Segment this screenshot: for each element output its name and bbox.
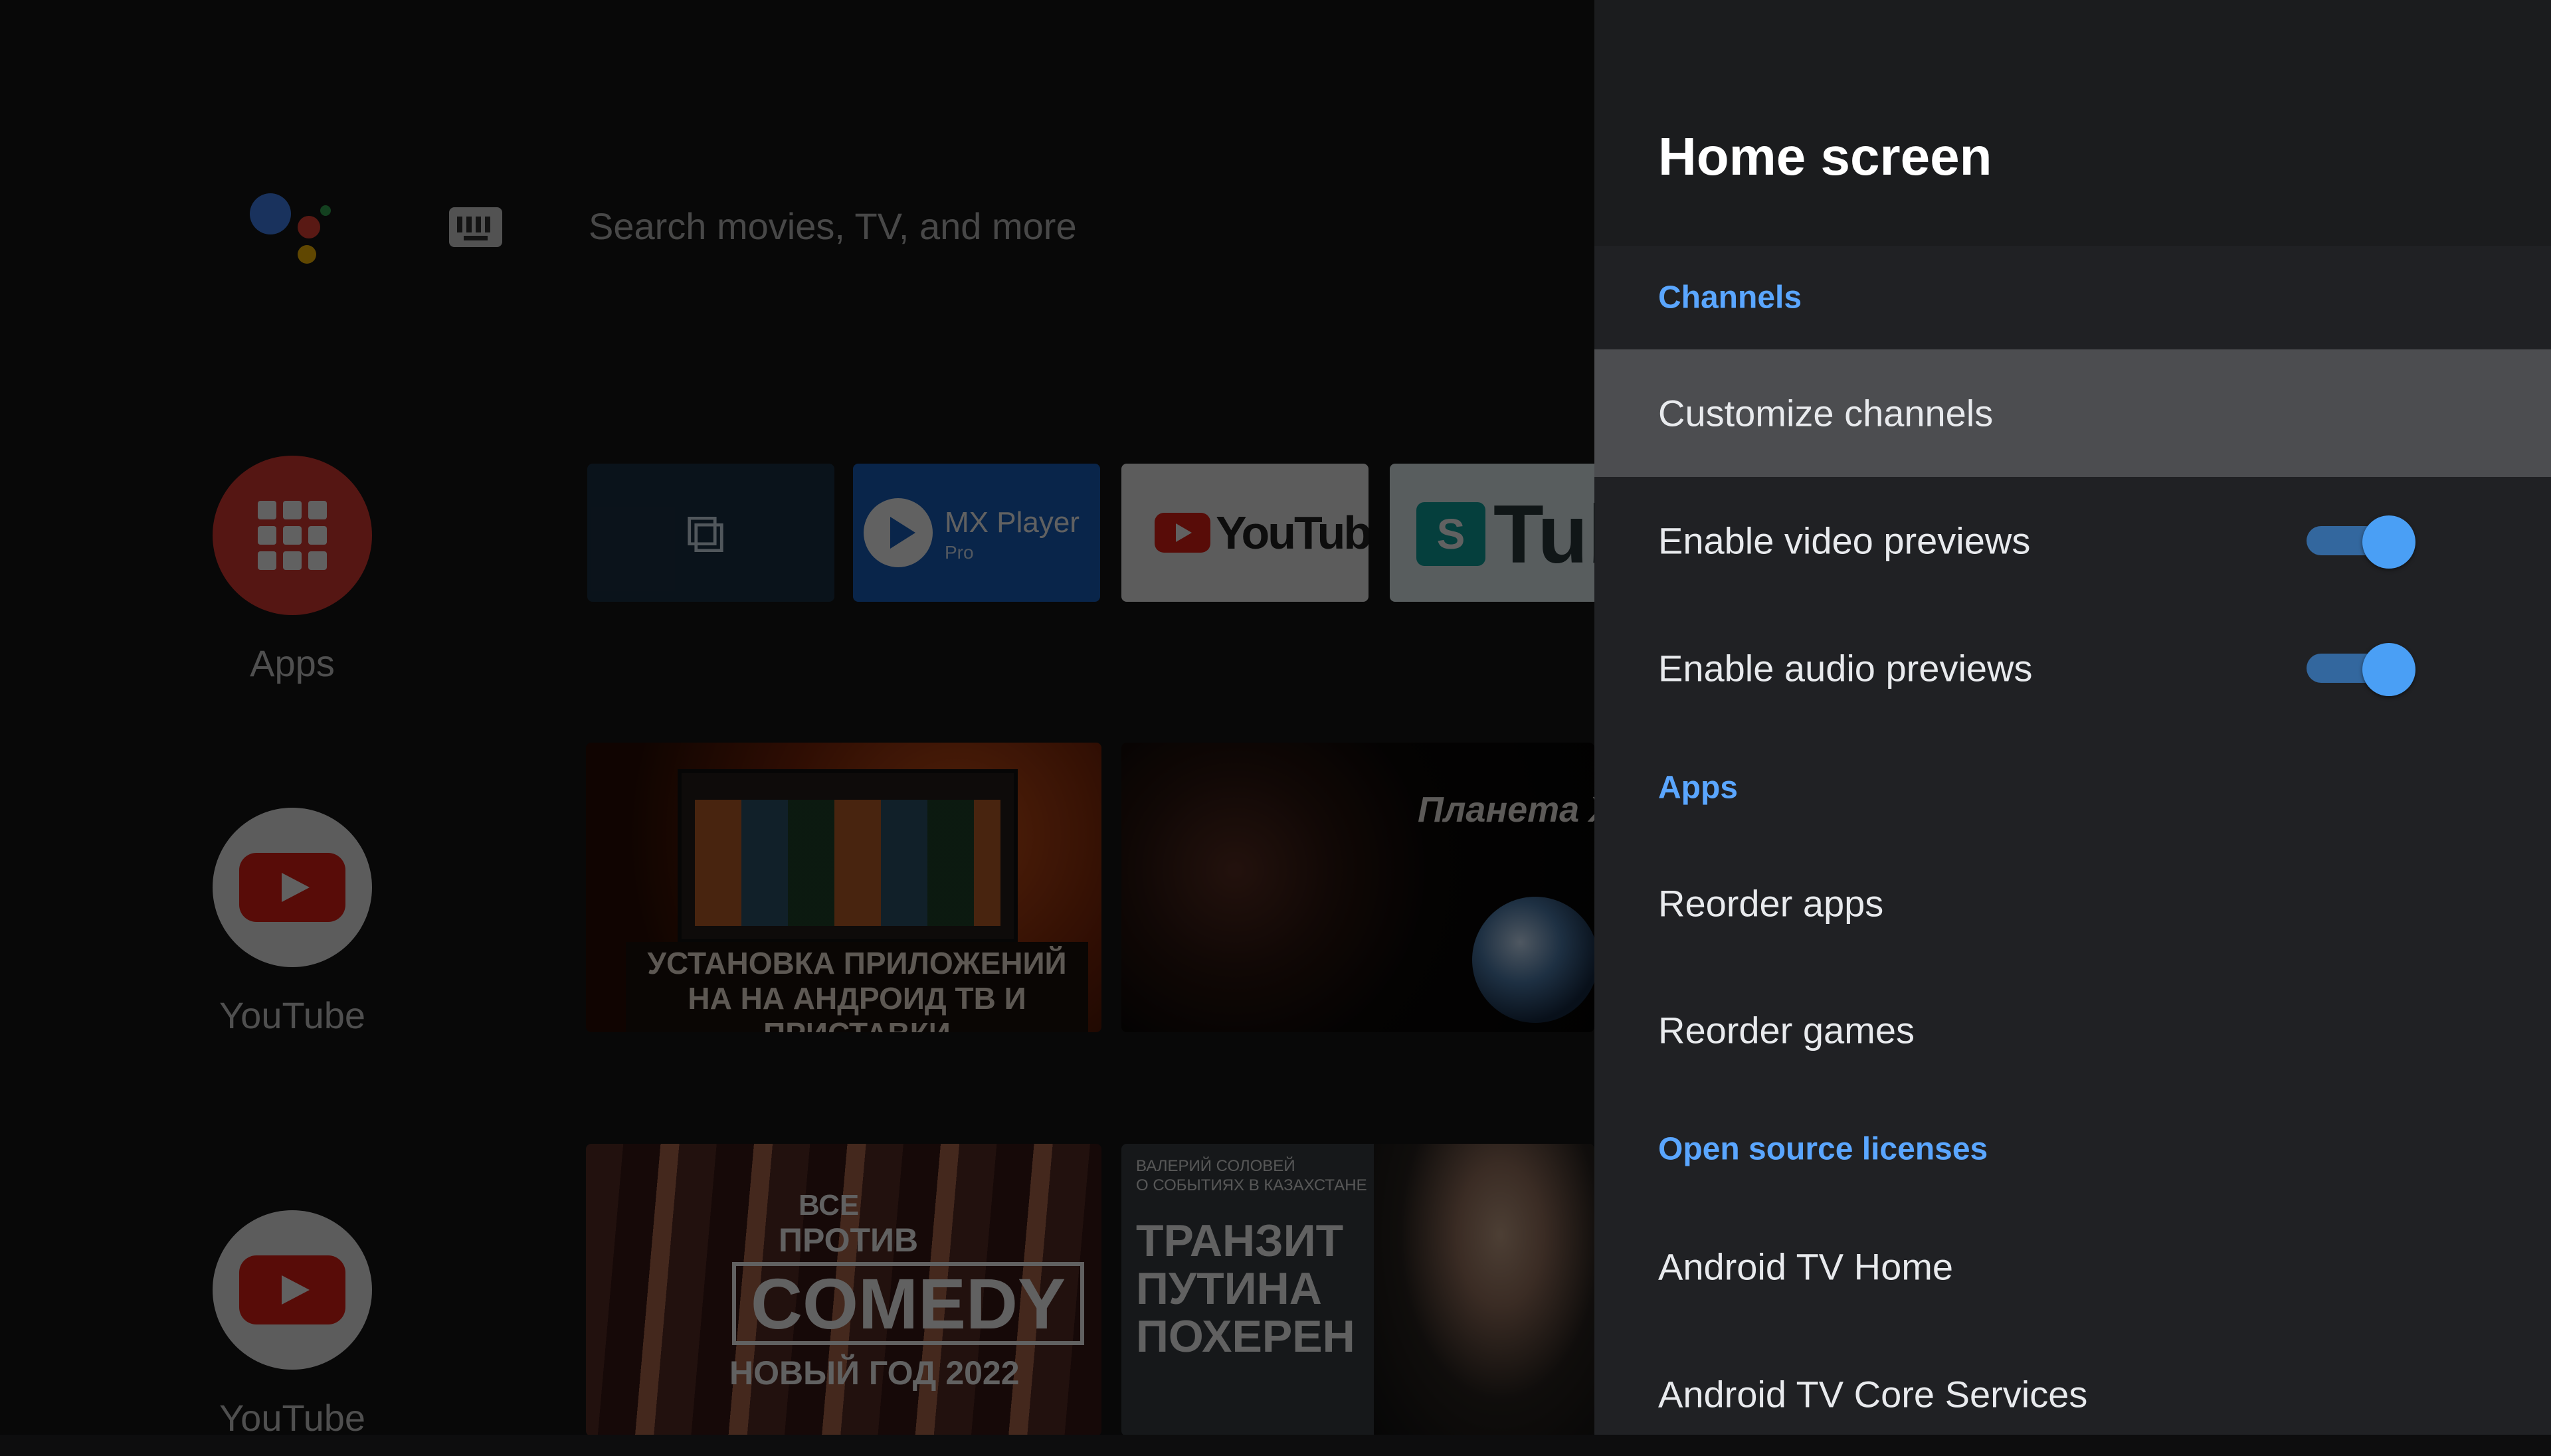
reorder-games-item[interactable]: Reorder games xyxy=(1594,963,2551,1097)
app-tile-label: MX Player xyxy=(945,506,1080,539)
menu-item-label: Enable video previews xyxy=(1658,519,2031,562)
mx-player-tile[interactable]: MX Player Pro xyxy=(853,464,1100,602)
panel-header: Home screen xyxy=(1594,0,2551,246)
sidebar-item-label: Apps xyxy=(250,642,335,684)
customize-channels-item[interactable]: Customize channels xyxy=(1594,349,2551,477)
android-tv-home-license-item[interactable]: Android TV Home xyxy=(1594,1201,2551,1332)
video-thumbnail[interactable]: ВАЛЕРИЙ СОЛОВЕЙ О СОБЫТИЯХ В КАЗАХСТАНЕ … xyxy=(1121,1144,1594,1435)
apps-grid-icon xyxy=(213,456,372,615)
section-label: Channels xyxy=(1658,280,1802,316)
keyboard-icon[interactable] xyxy=(449,207,502,247)
app-tile-label: YouTube xyxy=(1216,507,1369,559)
open-external-tile[interactable]: ⧉ xyxy=(587,464,834,602)
video-thumbnail[interactable]: Планета X xyxy=(1121,743,1594,1032)
video-caption: ПРОТИВ xyxy=(779,1222,919,1259)
search-input[interactable]: Search movies, TV, and more xyxy=(589,205,1077,248)
menu-item-label: Android TV Home xyxy=(1658,1245,1954,1288)
sidebar-item-label: YouTube xyxy=(219,1397,366,1435)
menu-item-label: Enable audio previews xyxy=(1658,647,2033,689)
comedy-logo: COMEDY xyxy=(732,1262,1085,1346)
menu-item-label: Reorder apps xyxy=(1658,882,1884,925)
smarttube-icon: S xyxy=(1416,502,1485,566)
video-title: Планета X xyxy=(1418,790,1594,830)
youtube-tile[interactable]: YouTube xyxy=(1121,464,1369,602)
audio-previews-toggle[interactable] xyxy=(2307,640,2415,696)
sidebar-item-youtube[interactable]: YouTube xyxy=(213,1210,372,1435)
app-tile-label: Tube xyxy=(1493,489,1594,581)
video-caption: ВСЕ xyxy=(799,1189,860,1222)
home-screen-background: Search movies, TV, and more Apps YouTube… xyxy=(0,0,1594,1435)
video-previews-toggle[interactable] xyxy=(2307,513,2415,569)
settings-panel: Home screen Channels Customize channels … xyxy=(1594,0,2551,1435)
google-assistant-icon[interactable] xyxy=(246,189,332,269)
section-header-apps: Apps xyxy=(1594,732,2551,844)
sidebar-item-apps[interactable]: Apps xyxy=(213,456,372,685)
video-thumbnail[interactable]: ВСЕ ПРОТИВ COMEDY НОВЫЙ ГОД 2022 xyxy=(586,1144,1101,1435)
android-tv-core-services-license-item[interactable]: Android TV Core Services xyxy=(1594,1332,2551,1456)
earth-image xyxy=(1472,897,1594,1023)
section-label: Open source licenses xyxy=(1658,1131,1988,1167)
play-icon xyxy=(864,498,933,567)
video-caption: ВАЛЕРИЙ СОЛОВЕЙ О СОБЫТИЯХ В КАЗАХСТАНЕ xyxy=(1136,1157,1367,1194)
video-caption: УСТАНОВКА ПРИЛОЖЕНИЙ НА НА АНДРОИД ТВ И … xyxy=(626,942,1088,1032)
smarttube-tile[interactable]: S Tube xyxy=(1390,464,1594,602)
app-tile-sublabel: Pro xyxy=(945,542,974,563)
menu-item-label: Reorder games xyxy=(1658,1009,1915,1051)
video-title: ТРАНЗИТ ПУТИНА ПОХЕРЕН xyxy=(1136,1216,1355,1362)
youtube-icon xyxy=(213,1210,372,1370)
section-header-channels: Channels xyxy=(1594,246,2551,349)
sidebar-item-label: YouTube xyxy=(219,994,366,1036)
person-image xyxy=(1374,1144,1594,1435)
video-thumbnail[interactable]: УСТАНОВКА ПРИЛОЖЕНИЙ НА НА АНДРОИД ТВ И … xyxy=(586,743,1101,1032)
enable-video-previews-item[interactable]: Enable video previews xyxy=(1594,477,2551,604)
page-title: Home screen xyxy=(1658,127,1992,186)
youtube-icon xyxy=(1155,513,1210,553)
youtube-icon xyxy=(213,808,372,967)
sidebar-item-youtube[interactable]: YouTube xyxy=(213,808,372,1037)
section-label: Apps xyxy=(1658,770,1738,806)
enable-audio-previews-item[interactable]: Enable audio previews xyxy=(1594,604,2551,732)
menu-item-label: Customize channels xyxy=(1658,392,1994,434)
section-header-open-source-licenses: Open source licenses xyxy=(1594,1097,2551,1201)
reorder-apps-item[interactable]: Reorder apps xyxy=(1594,844,2551,963)
video-caption: НОВЫЙ ГОД 2022 xyxy=(729,1354,1020,1392)
menu-item-label: Android TV Core Services xyxy=(1658,1373,2088,1415)
open-external-icon: ⧉ xyxy=(686,501,725,564)
